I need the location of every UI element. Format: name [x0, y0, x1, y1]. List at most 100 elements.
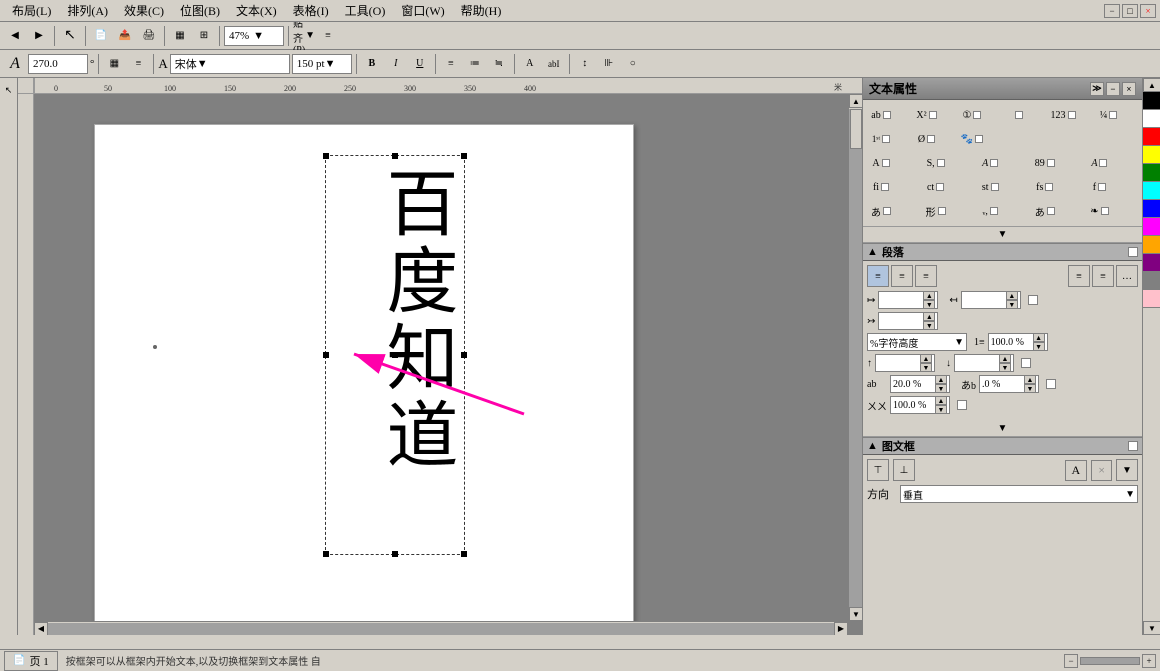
menubar-item-table[interactable]: 表格(I) [285, 0, 337, 21]
color-black[interactable] [1143, 92, 1160, 110]
lang-spacing-up[interactable]: ▲ [935, 396, 947, 405]
before-para-input[interactable]: ▲ ▼ [875, 354, 935, 372]
frame-icon-a[interactable]: A [1065, 460, 1088, 481]
align-more-button[interactable]: … [1116, 265, 1138, 287]
char-icon-ordinal[interactable]: ① [958, 104, 986, 126]
line-spacing-down[interactable]: ▼ [1033, 342, 1045, 351]
font-name-select[interactable]: 宋体 ▼ [170, 54, 290, 74]
char-icon-small-caps[interactable]: A [867, 152, 895, 174]
text-effect-button[interactable]: ○ [622, 53, 644, 75]
char-icon-swash2[interactable]: A [1085, 152, 1113, 174]
first-line-spinner[interactable]: ▲ ▼ [923, 312, 935, 330]
char-icon-kanji[interactable]: 形 [922, 200, 950, 222]
text-frame[interactable]: 百度知道 [325, 155, 465, 555]
char-icon-f[interactable]: f [1085, 176, 1113, 198]
after-para-up[interactable]: ▲ [999, 354, 1011, 363]
color-scroll-up[interactable]: ▲ [1143, 78, 1160, 92]
horizontal-scrollbar[interactable]: ◀ ▶ [34, 621, 848, 635]
view-option-button[interactable]: ⊞ [193, 25, 215, 47]
para-style-button[interactable]: ≡ [127, 53, 149, 75]
handle-middle-right[interactable] [461, 352, 467, 358]
before-para-up[interactable]: ▲ [920, 354, 932, 363]
select-tool-button[interactable]: ↖ [59, 25, 81, 47]
redo-button[interactable]: ▶ [28, 25, 50, 47]
underline-button[interactable]: U [409, 53, 431, 75]
panel-minimize-button[interactable]: − [1106, 82, 1120, 96]
zoom-input[interactable]: 47% ▼ [224, 26, 284, 46]
handle-top-center[interactable] [392, 153, 398, 159]
expand-para-button[interactable]: ▼ [863, 421, 1142, 437]
line-spacing-input[interactable]: 100.0 % ▲ ▼ [988, 333, 1048, 351]
before-after-checkbox[interactable] [1021, 358, 1031, 368]
menubar-item-text[interactable]: 文本(X) [228, 0, 285, 21]
char-icon-null[interactable]: Ø [913, 128, 941, 150]
char-icon-styleset[interactable]: S, [922, 152, 950, 174]
char-icon-ornament[interactable]: ❧ [1085, 200, 1113, 222]
color-gray[interactable] [1143, 272, 1160, 290]
color-red[interactable] [1143, 128, 1160, 146]
lang-spacing-input[interactable]: 100.0 % ▲ ▼ [890, 396, 950, 414]
text-columns-button[interactable]: ⊪ [598, 53, 620, 75]
color-blue[interactable] [1143, 200, 1160, 218]
window-minimize-button[interactable]: − [1104, 4, 1120, 18]
color-white[interactable] [1143, 110, 1160, 128]
frame-icon-x[interactable]: × [1091, 460, 1112, 481]
frame-align-top[interactable]: ⊤ [867, 459, 889, 481]
angle-input[interactable]: 270.0 [28, 54, 88, 74]
zoom-out-button[interactable]: − [1064, 654, 1078, 668]
lang-spacing-checkbox[interactable] [957, 400, 967, 410]
text-direction-button[interactable]: ↕ [574, 53, 596, 75]
word-spacing-spinner[interactable]: ▲ ▼ [1024, 375, 1036, 393]
line-spacing-up[interactable]: ▲ [1033, 333, 1045, 342]
char-icon-ordinal2[interactable]: 1ˢᵗ [867, 128, 895, 150]
color-yellow[interactable] [1143, 146, 1160, 164]
window-close-button[interactable]: × [1140, 4, 1156, 18]
handle-top-right[interactable] [461, 153, 467, 159]
right-indent-down[interactable]: ▼ [1006, 300, 1018, 309]
status-zoom-slider[interactable] [1080, 657, 1140, 665]
color-green[interactable] [1143, 164, 1160, 182]
handle-bottom-left[interactable] [323, 551, 329, 557]
char-icon-swash[interactable]: 🐾 [958, 128, 986, 150]
frame-section-header[interactable]: ▲ 图文框 [863, 437, 1142, 455]
word-spacing-input[interactable]: .0 % ▲ ▼ [979, 375, 1039, 393]
handle-bottom-center[interactable] [392, 551, 398, 557]
align-right-button[interactable]: ≡ [915, 265, 937, 287]
word-spacing-down[interactable]: ▼ [1024, 384, 1036, 393]
left-indent-input[interactable]: ▲ ▼ [878, 291, 938, 309]
view-mode-button[interactable]: ▦ [169, 25, 191, 47]
char-icon-fraction[interactable]: ¼ [1095, 104, 1123, 126]
after-para-spinner[interactable]: ▲ ▼ [999, 354, 1011, 372]
scroll-down-button[interactable]: ▼ [849, 607, 862, 621]
paragraph-section-header[interactable]: ▲ 段落 [863, 243, 1142, 261]
numbering-button[interactable]: ≒ [488, 53, 510, 75]
scroll-up-button[interactable]: ▲ [849, 94, 862, 108]
abc-button[interactable]: abI [543, 53, 565, 75]
align-force-justify-button[interactable]: ≡ [1092, 265, 1114, 287]
char-icon-kana[interactable]: あ [867, 200, 895, 222]
lang-spacing-spinner[interactable]: ▲ ▼ [935, 396, 947, 414]
first-line-down[interactable]: ▼ [923, 321, 935, 330]
menubar-item-tools[interactable]: 工具(O) [337, 0, 394, 21]
menubar-item-effects[interactable]: 效果(C) [116, 0, 172, 21]
align-center-button[interactable]: ≡ [891, 265, 913, 287]
frame-more-button[interactable]: ▼ [1116, 459, 1138, 481]
left-indent-spinner[interactable]: ▲ ▼ [923, 291, 935, 309]
align-left-button[interactable]: ≡ [867, 265, 889, 287]
color-magenta[interactable] [1143, 218, 1160, 236]
line-spacing-mode-dropdown[interactable]: %字符高度 ▼ [867, 333, 967, 351]
char-spacing-checkbox[interactable] [1046, 379, 1056, 389]
color-pink[interactable] [1143, 290, 1160, 308]
right-indent-spinner[interactable]: ▲ ▼ [1006, 291, 1018, 309]
indent-checkbox[interactable] [1028, 295, 1038, 305]
vertical-scrollbar[interactable]: ▲ ▼ [848, 94, 862, 621]
menubar-item-bitmap[interactable]: 位图(B) [172, 0, 228, 21]
char-format-button[interactable]: A [519, 53, 541, 75]
char-icon-fs[interactable]: fs [1031, 176, 1059, 198]
handle-top-left[interactable] [323, 153, 329, 159]
frame-section-checkbox[interactable] [1128, 441, 1138, 451]
color-cyan[interactable] [1143, 182, 1160, 200]
char-icon-kana2[interactable]: あ [1031, 200, 1059, 222]
direction-dropdown[interactable]: 垂直 ▼ [900, 485, 1138, 503]
align-justify-button[interactable]: ≡ [1068, 265, 1090, 287]
